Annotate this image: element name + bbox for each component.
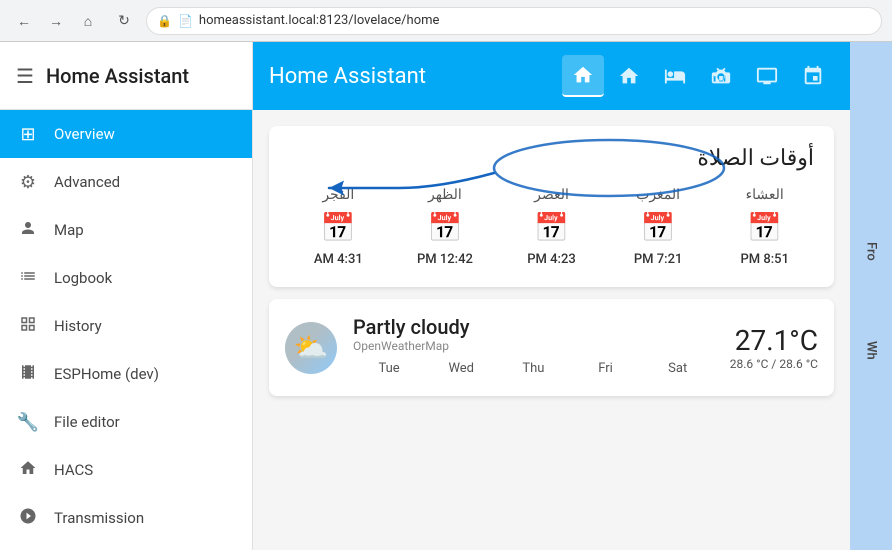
prayer-grid: العشاء 📅 8:51 PM المغرب 📅 7:21 PM العصر … xyxy=(289,187,814,267)
history-icon xyxy=(16,315,40,338)
weather-day-thu: Thu xyxy=(497,357,569,380)
weather-source: OpenWeatherMap xyxy=(353,339,714,353)
prayer-clock-dhuhr: 📅 xyxy=(427,211,462,244)
sidebar-item-overview[interactable]: ⊞ Overview xyxy=(0,110,252,158)
sidebar-item-hacs[interactable]: HACS xyxy=(0,446,252,494)
header-tab-network[interactable] xyxy=(792,55,834,97)
right-panel-hint: Fro Wh xyxy=(850,42,892,550)
app-header-title: Home Assistant xyxy=(269,64,542,89)
prayer-item-fajr: الفجر 📅 4:31 AM xyxy=(289,187,388,267)
sidebar-label-logbook: Logbook xyxy=(54,269,112,287)
prayer-time-dhuhr: 12:42 PM xyxy=(417,252,473,267)
right-panel-wh: Wh xyxy=(864,341,879,360)
advanced-icon: ⚙ xyxy=(16,172,40,193)
prayer-item-maghrib: المغرب 📅 7:21 PM xyxy=(609,187,708,267)
prayer-name-dhuhr: الظهر xyxy=(428,187,462,203)
hamburger-icon[interactable]: ☰ xyxy=(16,64,34,88)
weather-icon: ⛅ xyxy=(285,322,337,374)
prayer-time-fajr: 4:31 AM xyxy=(314,252,363,267)
sidebar-header: ☰ Home Assistant xyxy=(0,42,252,110)
sidebar-item-history[interactable]: History xyxy=(0,302,252,350)
sidebar-label-map: Map xyxy=(54,221,84,239)
app-layout: ☰ Home Assistant ⊞ Overview ⚙ Advanced M… xyxy=(0,42,892,550)
logbook-icon xyxy=(16,267,40,290)
header-tab-sofa[interactable] xyxy=(700,55,742,97)
sidebar-label-esphome: ESPHome (dev) xyxy=(54,365,159,383)
prayer-clock-maghrib: 📅 xyxy=(641,211,676,244)
weather-info: Partly cloudy OpenWeatherMap Tue Wed Thu… xyxy=(353,315,714,380)
weather-days: Tue Wed Thu Fri Sat xyxy=(353,353,714,380)
hacs-icon xyxy=(16,459,40,482)
weather-day-fri: Fri xyxy=(569,357,641,380)
weather-day-sat: Sat xyxy=(642,357,714,380)
sidebar: ☰ Home Assistant ⊞ Overview ⚙ Advanced M… xyxy=(0,42,253,550)
lock-icon: 🔒 xyxy=(157,14,172,28)
prayer-item-isha: العشاء 📅 8:51 PM xyxy=(715,187,814,267)
prayer-clock-isha: 📅 xyxy=(747,211,782,244)
site-icon: 📄 xyxy=(178,14,193,28)
header-tab-person[interactable] xyxy=(608,55,650,97)
sidebar-item-transmission[interactable]: Transmission xyxy=(0,494,252,542)
prayer-time-maghrib: 7:21 PM xyxy=(634,252,683,267)
header-tab-house[interactable] xyxy=(654,55,696,97)
weather-condition: Partly cloudy xyxy=(353,315,714,339)
prayer-name-asr: العصر xyxy=(534,187,569,203)
esphome-icon xyxy=(16,363,40,386)
sidebar-item-map[interactable]: Map xyxy=(0,206,252,254)
prayer-name-isha: العشاء xyxy=(746,187,784,203)
prayer-clock-fajr: 📅 xyxy=(321,211,356,244)
sidebar-label-overview: Overview xyxy=(54,125,115,143)
browser-chrome: ← → ⌂ ↻ 🔒 📄 homeassistant.local:8123/lov… xyxy=(0,0,892,42)
sidebar-item-esphome[interactable]: ESPHome (dev) xyxy=(0,350,252,398)
header-tab-home[interactable] xyxy=(562,55,604,97)
overview-icon: ⊞ xyxy=(16,124,40,145)
url-text: homeassistant.local:8123/lovelace/home xyxy=(199,13,440,28)
prayer-name-fajr: الفجر xyxy=(322,187,354,203)
sidebar-nav: ⊞ Overview ⚙ Advanced Map Logbook xyxy=(0,110,252,550)
weather-day-wed: Wed xyxy=(425,357,497,380)
nav-buttons: ← → ⌂ xyxy=(10,7,102,35)
prayer-item-asr: العصر 📅 4:23 PM xyxy=(502,187,601,267)
prayer-item-dhuhr: الظهر 📅 12:42 PM xyxy=(396,187,495,267)
weather-temp-section: 27.1°C 28.6 °C / 28.6 °C xyxy=(730,324,818,371)
sidebar-title: Home Assistant xyxy=(46,64,189,88)
file-editor-icon: 🔧 xyxy=(16,412,40,433)
prayer-title: أوقات الصلاة xyxy=(289,146,814,171)
prayer-time-asr: 4:23 PM xyxy=(527,252,576,267)
prayer-card: أوقات الصلاة العشاء 📅 8:51 PM المغرب 📅 7… xyxy=(269,126,834,287)
header-tabs xyxy=(562,55,834,97)
sidebar-label-transmission: Transmission xyxy=(54,509,144,527)
prayer-name-maghrib: المغرب xyxy=(636,187,680,203)
back-button[interactable]: ← xyxy=(10,7,38,35)
app-header: Home Assistant xyxy=(253,42,850,110)
sidebar-label-hacs: HACS xyxy=(54,461,93,479)
map-icon xyxy=(16,219,40,242)
address-bar[interactable]: 🔒 📄 homeassistant.local:8123/lovelace/ho… xyxy=(146,7,882,35)
weather-temperature: 27.1°C xyxy=(730,324,818,357)
transmission-icon xyxy=(16,507,40,530)
sidebar-item-advanced[interactable]: ⚙ Advanced xyxy=(0,158,252,206)
header-tab-screen[interactable] xyxy=(746,55,788,97)
sidebar-label-history: History xyxy=(54,317,102,335)
refresh-button[interactable]: ↻ xyxy=(110,7,138,35)
right-panel-fro: Fro xyxy=(864,242,879,261)
home-button[interactable]: ⌂ xyxy=(74,7,102,35)
sidebar-item-logbook[interactable]: Logbook xyxy=(0,254,252,302)
main-content: Home Assistant xyxy=(253,42,850,550)
weather-day-tue: Tue xyxy=(353,357,425,380)
forward-button[interactable]: → xyxy=(42,7,70,35)
weather-card: ⛅ Partly cloudy OpenWeatherMap Tue Wed T… xyxy=(269,299,834,396)
prayer-clock-asr: 📅 xyxy=(534,211,569,244)
sidebar-label-file-editor: File editor xyxy=(54,413,120,431)
dashboard: أوقات الصلاة العشاء 📅 8:51 PM المغرب 📅 7… xyxy=(253,110,850,550)
prayer-time-isha: 8:51 PM xyxy=(740,252,789,267)
sidebar-item-file-editor[interactable]: 🔧 File editor xyxy=(0,398,252,446)
sidebar-label-advanced: Advanced xyxy=(54,173,120,191)
weather-range: 28.6 °C / 28.6 °C xyxy=(730,357,818,371)
